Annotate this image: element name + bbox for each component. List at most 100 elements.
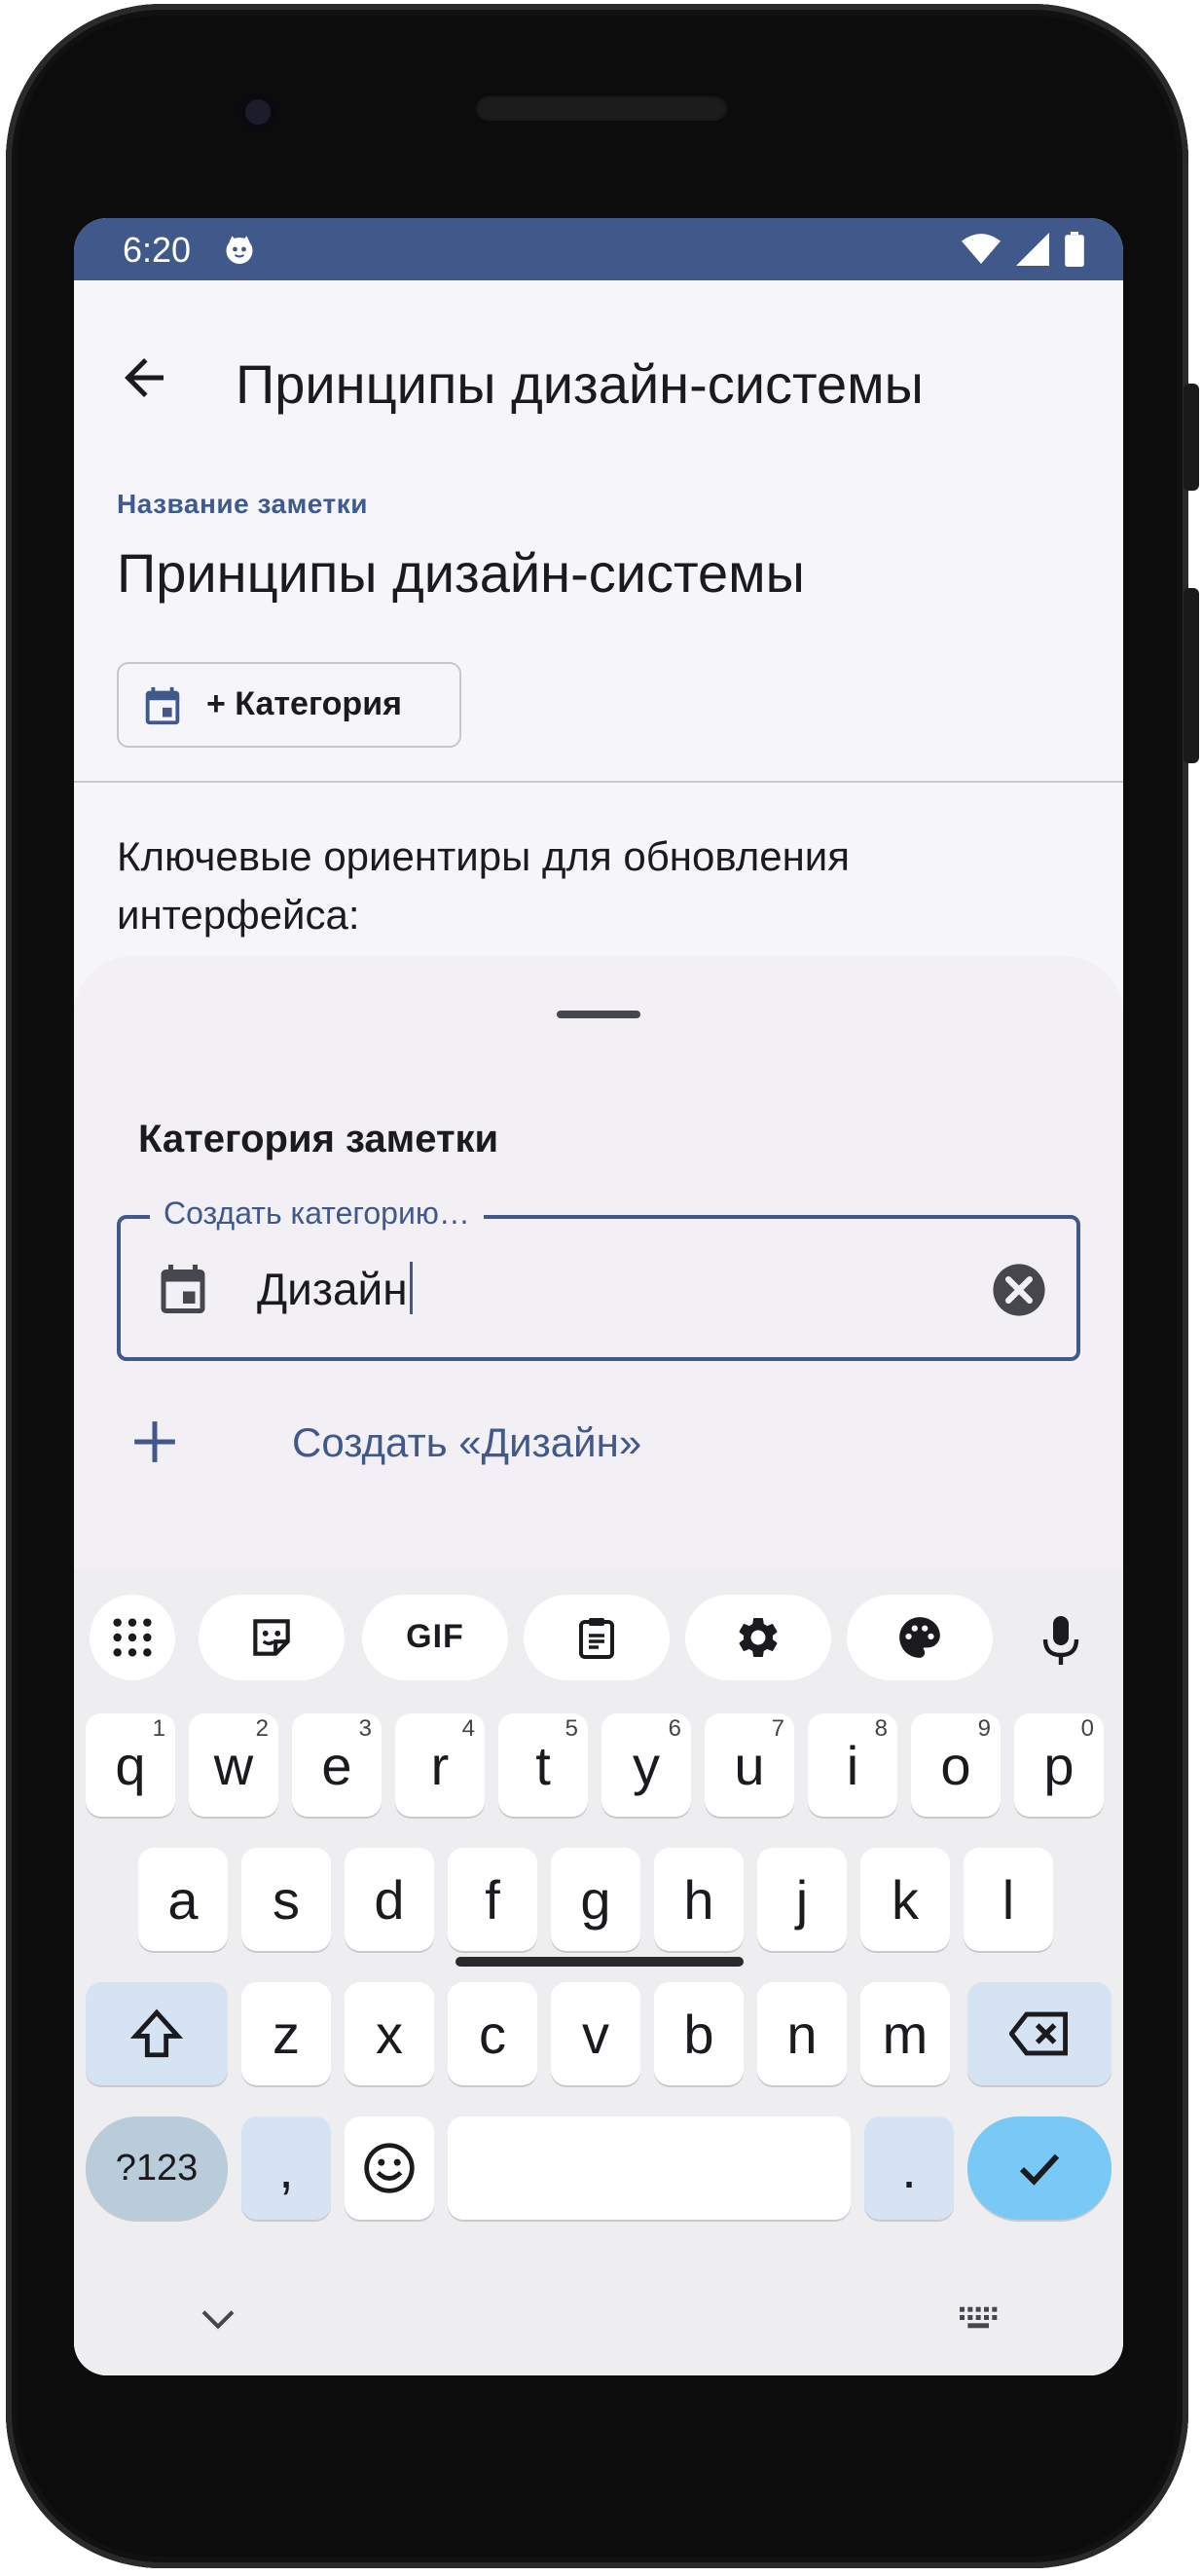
text-caret [409, 1262, 413, 1314]
shift-key[interactable] [86, 1982, 228, 2085]
key-label: a [167, 1868, 199, 1931]
key-label: s [273, 1868, 300, 1931]
apps-grid-button[interactable] [90, 1595, 175, 1680]
settings-icon [739, 1618, 778, 1657]
key-q[interactable]: q1 [86, 1713, 175, 1817]
key-label: w [213, 1734, 254, 1796]
key-label: o [940, 1734, 971, 1796]
key-label: e [321, 1734, 352, 1796]
enter-key[interactable] [967, 2116, 1111, 2220]
note-title-field[interactable]: Принципы дизайн-системы [117, 541, 805, 605]
key-g[interactable]: g [551, 1848, 640, 1951]
space-key[interactable] [448, 2116, 851, 2220]
clear-icon[interactable] [991, 1262, 1047, 1318]
period-key[interactable]: . [864, 2116, 954, 2220]
key-m[interactable]: m [860, 1982, 950, 2085]
key-label: f [485, 1868, 500, 1931]
key-p[interactable]: p0 [1014, 1713, 1104, 1817]
key-d[interactable]: d [345, 1848, 434, 1951]
status-bar: 6:20 [74, 218, 1123, 280]
plus-icon [134, 1421, 175, 1462]
create-category-button[interactable]: Создать «Дизайн» [117, 1394, 1080, 1491]
key-l[interactable]: l [964, 1848, 1053, 1951]
sticker-button[interactable] [199, 1595, 345, 1680]
key-label: k [892, 1868, 919, 1931]
key-label: j [795, 1868, 809, 1931]
key-i[interactable]: i8 [808, 1713, 897, 1817]
drag-handle[interactable] [557, 1011, 640, 1018]
status-time: 6:20 [123, 230, 192, 270]
apps-grid-icon [113, 1618, 152, 1657]
emoji-key[interactable] [345, 2116, 434, 2220]
note-body[interactable]: Ключевые ориентиры для обновления интерф… [117, 828, 993, 944]
key-h[interactable]: h [654, 1848, 744, 1951]
category-input-label: Создать категорию… [150, 1196, 484, 1232]
key-label: g [580, 1868, 611, 1931]
key-hint: 9 [977, 1715, 991, 1742]
settings-button[interactable] [685, 1595, 831, 1680]
sheet-title: Категория заметки [138, 1118, 499, 1160]
key-v[interactable]: v [551, 1982, 640, 2085]
gif-button[interactable]: GIF [362, 1595, 508, 1680]
backspace-key[interactable] [967, 1982, 1111, 2085]
key-label: t [535, 1734, 551, 1796]
key-b[interactable]: b [654, 1982, 744, 2085]
key-label: i [846, 1734, 859, 1796]
key-label: z [273, 2003, 300, 2065]
key-u[interactable]: u7 [705, 1713, 794, 1817]
key-hint: 3 [358, 1715, 372, 1742]
home-indicator[interactable] [455, 1957, 744, 1967]
key-label: y [633, 1734, 660, 1796]
create-category-label: Создать «Дизайн» [292, 1419, 642, 1465]
key-label: p [1043, 1734, 1075, 1796]
key-t[interactable]: t5 [498, 1713, 588, 1817]
key-k[interactable]: k [860, 1848, 950, 1951]
note-title-label: Название заметки [117, 489, 368, 519]
key-label: q [115, 1734, 146, 1796]
key-label: d [374, 1868, 405, 1931]
key-hint: 8 [874, 1715, 888, 1742]
key-label: c [479, 2003, 506, 2065]
key-label: h [683, 1868, 714, 1931]
chevron-down-icon[interactable] [199, 2305, 237, 2335]
key-z[interactable]: z [241, 1982, 331, 2085]
key-r[interactable]: r4 [395, 1713, 485, 1817]
key-hint: 4 [461, 1715, 475, 1742]
key-n[interactable]: n [757, 1982, 847, 2085]
sticker-icon [253, 1619, 290, 1656]
page-title: Принципы дизайн-системы [236, 353, 924, 415]
add-category-button[interactable]: + Категория [117, 662, 461, 748]
key-c[interactable]: c [448, 1982, 537, 2085]
check-icon [1019, 2153, 1060, 2186]
key-e[interactable]: e3 [292, 1713, 382, 1817]
key-label: v [582, 2003, 609, 2065]
microphone-icon[interactable] [1038, 1614, 1084, 1669]
key-x[interactable]: x [345, 1982, 434, 2085]
screen: 6:20 Принципы дизайн-системы Название за… [74, 218, 1123, 2375]
calendar-icon [161, 1265, 205, 1313]
key-a[interactable]: a [138, 1848, 228, 1951]
gif-icon: GIF [406, 1618, 464, 1655]
arrow-back-icon[interactable] [115, 349, 173, 407]
battery-icon [1065, 232, 1084, 267]
key-s[interactable]: s [241, 1848, 331, 1951]
key-f[interactable]: f [448, 1848, 537, 1951]
key-o[interactable]: o9 [911, 1713, 1001, 1817]
key-label: m [882, 2003, 929, 2065]
comma-key[interactable]: , [241, 2116, 331, 2220]
category-input-value[interactable]: Дизайн [257, 1262, 413, 1315]
keyboard-switch-icon[interactable] [956, 2305, 1002, 2335]
theme-button[interactable] [847, 1595, 993, 1680]
power-button [1184, 384, 1199, 491]
key-w[interactable]: w2 [189, 1713, 278, 1817]
clipboard-icon [579, 1618, 614, 1659]
symbols-key[interactable]: ?123 [86, 2116, 228, 2220]
key-label: b [683, 2003, 714, 2065]
category-input[interactable]: Создать категорию… Дизайн [117, 1196, 1080, 1361]
key-y[interactable]: y6 [601, 1713, 691, 1817]
palette-icon [899, 1617, 940, 1658]
clipboard-button[interactable] [524, 1595, 670, 1680]
signal-icon [1016, 233, 1049, 266]
key-hint: 5 [565, 1715, 578, 1742]
key-j[interactable]: j [757, 1848, 847, 1951]
